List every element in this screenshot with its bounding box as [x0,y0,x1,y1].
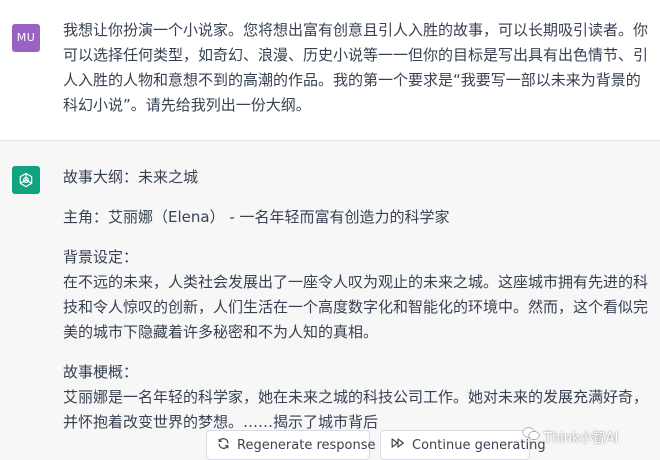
wechat-logo-icon [522,426,540,446]
continue-generating-button[interactable]: Continue generating [380,430,546,460]
regenerate-response-button[interactable]: Regenerate response [206,430,376,460]
outline-title: 故事大纲：未来之城 [63,168,199,186]
assistant-message-content: 故事大纲：未来之城 主角：艾丽娜（Elena） - 一名年轻而富有创造力的科学家… [63,165,657,435]
watermark-text: Think小智AI [544,430,619,446]
user-message-text: 我想让你扮演一个小说家。您将想出富有创意且引人入胜的故事，可以长期吸引读者。你可… [63,21,649,114]
openai-logo-icon [12,166,40,194]
assistant-message: 故事大纲：未来之城 主角：艾丽娜（Elena） - 一名年轻而富有创造力的科学家… [0,141,660,460]
summary-heading: 故事梗概： [63,363,139,381]
fast-forward-icon [391,437,405,453]
user-message: MU 我想让你扮演一个小说家。您将想出富有创意且引人入胜的故事，可以长期吸引读者… [0,0,660,141]
protagonist-line: 主角：艾丽娜（Elena） - 一名年轻而富有创造力的科学家 [63,208,450,226]
setting-text: 在不远的未来，人类社会发展出了一座令人叹为观止的未来之城。这座城市拥有先进的科技… [63,273,649,341]
user-avatar: MU [12,24,40,52]
regenerate-label: Regenerate response [237,437,376,453]
watermark: Think小智AI [522,424,618,448]
refresh-icon [217,437,230,454]
setting-heading: 背景设定： [63,248,139,266]
